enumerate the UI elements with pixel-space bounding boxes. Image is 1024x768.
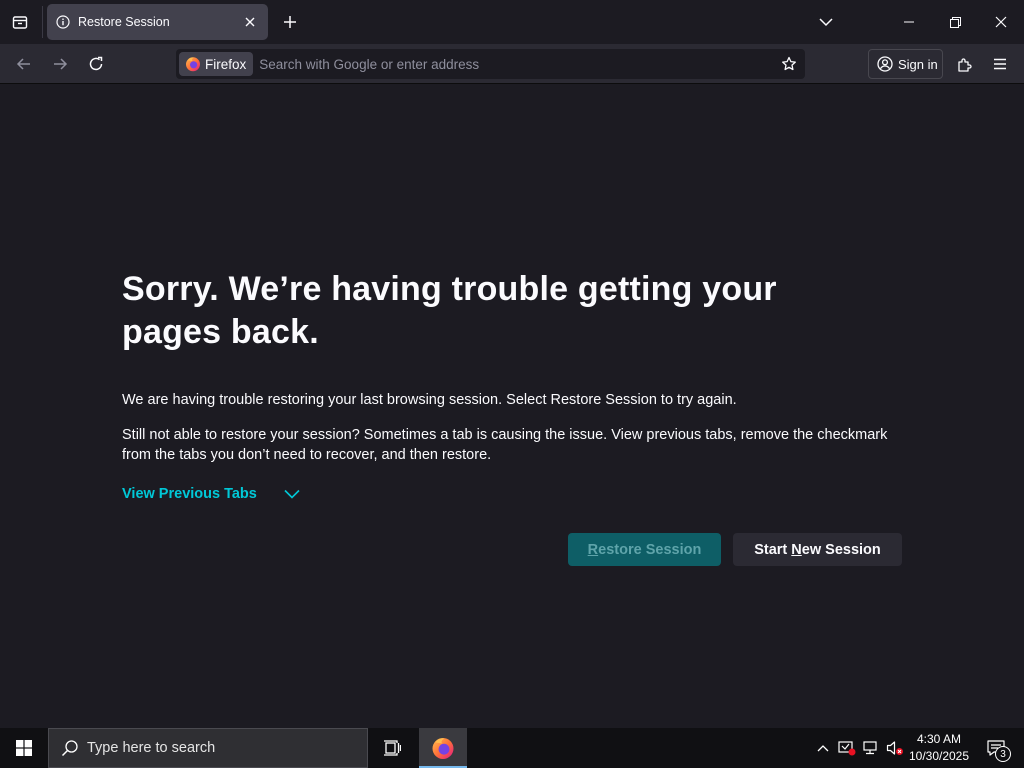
action-center-button[interactable]: 3 — [978, 728, 1014, 768]
task-view-button[interactable] — [372, 728, 412, 768]
firefox-logo-icon — [431, 736, 455, 760]
sign-in-button[interactable]: Sign in — [868, 49, 943, 79]
firefox-logo-icon — [185, 56, 201, 72]
chevron-down-icon — [283, 485, 301, 503]
sign-in-label: Sign in — [898, 56, 938, 72]
windows-logo-icon — [16, 740, 32, 756]
window-minimize-button[interactable] — [886, 0, 932, 44]
identity-label: Firefox — [205, 56, 247, 72]
close-icon — [245, 17, 255, 27]
search-icon — [61, 739, 79, 757]
extensions-button[interactable] — [951, 50, 979, 78]
bookmark-star-button[interactable] — [775, 50, 803, 78]
star-icon — [781, 56, 797, 72]
chevron-up-icon — [817, 744, 829, 752]
plus-icon — [283, 15, 297, 29]
taskbar-search-placeholder: Type here to search — [87, 740, 216, 756]
restore-help-text: Still not able to restore your session? … — [122, 427, 888, 463]
url-input[interactable] — [253, 50, 775, 78]
restore-button-accel: R — [587, 541, 599, 558]
hamburger-icon — [993, 58, 1007, 70]
identity-box[interactable]: Firefox — [179, 52, 254, 76]
volume-tray-button[interactable] — [884, 728, 906, 768]
security-tray-button[interactable] — [836, 728, 858, 768]
forward-button[interactable] — [46, 50, 74, 78]
new-session-pre: Start — [754, 541, 792, 558]
restore-description: We are having trouble restoring your las… — [122, 392, 737, 408]
window-close-button[interactable] — [978, 0, 1024, 44]
task-view-icon — [383, 740, 401, 756]
tab-strip-separator — [42, 6, 43, 38]
back-button[interactable] — [10, 50, 38, 78]
page-title: Sorry. We’re having trouble getting your… — [122, 270, 777, 351]
reload-button[interactable] — [82, 50, 110, 78]
restore-session-button[interactable]: Restore Session — [568, 533, 721, 566]
start-button[interactable] — [0, 728, 48, 768]
restore-window-icon — [949, 16, 961, 28]
session-restore-page: Sorry. We’re having trouble getting your… — [0, 85, 1024, 728]
network-icon — [862, 740, 880, 756]
new-tab-button[interactable] — [276, 8, 304, 36]
arrow-left-icon — [16, 56, 32, 72]
new-session-post: ew Session — [801, 541, 881, 558]
firefox-view-button[interactable] — [6, 8, 34, 36]
list-all-tabs-button[interactable] — [812, 8, 840, 36]
account-icon — [877, 56, 893, 72]
firefox-view-icon — [12, 14, 28, 30]
minimize-icon — [904, 17, 914, 27]
clock-time: 4:30 AM — [916, 732, 962, 746]
clock-date: 10/30/2025 — [908, 749, 970, 763]
arrow-right-icon — [52, 56, 68, 72]
chevron-down-icon — [819, 17, 833, 27]
taskbar-firefox-button[interactable] — [419, 728, 467, 768]
puzzle-icon — [957, 56, 973, 72]
taskbar-clock[interactable]: 4:30 AM 10/30/2025 — [906, 730, 972, 766]
tab-title: Restore Session — [78, 15, 170, 29]
navigation-toolbar: Firefox Sign in — [0, 44, 1024, 84]
tab-strip: Restore Session — [0, 0, 1024, 44]
show-hidden-icons-button[interactable] — [812, 728, 834, 768]
close-icon — [995, 16, 1007, 28]
shield-warning-icon — [838, 740, 856, 756]
app-menu-button[interactable] — [986, 50, 1014, 78]
view-previous-tabs-toggle[interactable]: View Previous Tabs — [122, 485, 301, 503]
taskbar-search-box[interactable]: Type here to search — [48, 728, 368, 768]
window-restore-button[interactable] — [932, 0, 978, 44]
reload-icon — [88, 56, 104, 72]
view-previous-tabs-label: View Previous Tabs — [122, 486, 257, 502]
url-bar[interactable]: Firefox — [176, 49, 805, 79]
start-new-session-button[interactable]: Start New Session — [733, 533, 902, 566]
windows-taskbar: Type here to search 4:30 AM 10/30/2025 3 — [0, 728, 1024, 768]
tab-restore-session[interactable]: Restore Session — [47, 4, 268, 40]
notification-count-badge: 3 — [995, 746, 1011, 762]
new-session-accel: N — [791, 541, 802, 558]
info-icon — [55, 14, 71, 30]
restore-button-post: estore Session — [598, 541, 702, 558]
network-tray-button[interactable] — [860, 728, 882, 768]
tab-close-button[interactable] — [240, 12, 260, 32]
volume-muted-icon — [886, 740, 904, 756]
